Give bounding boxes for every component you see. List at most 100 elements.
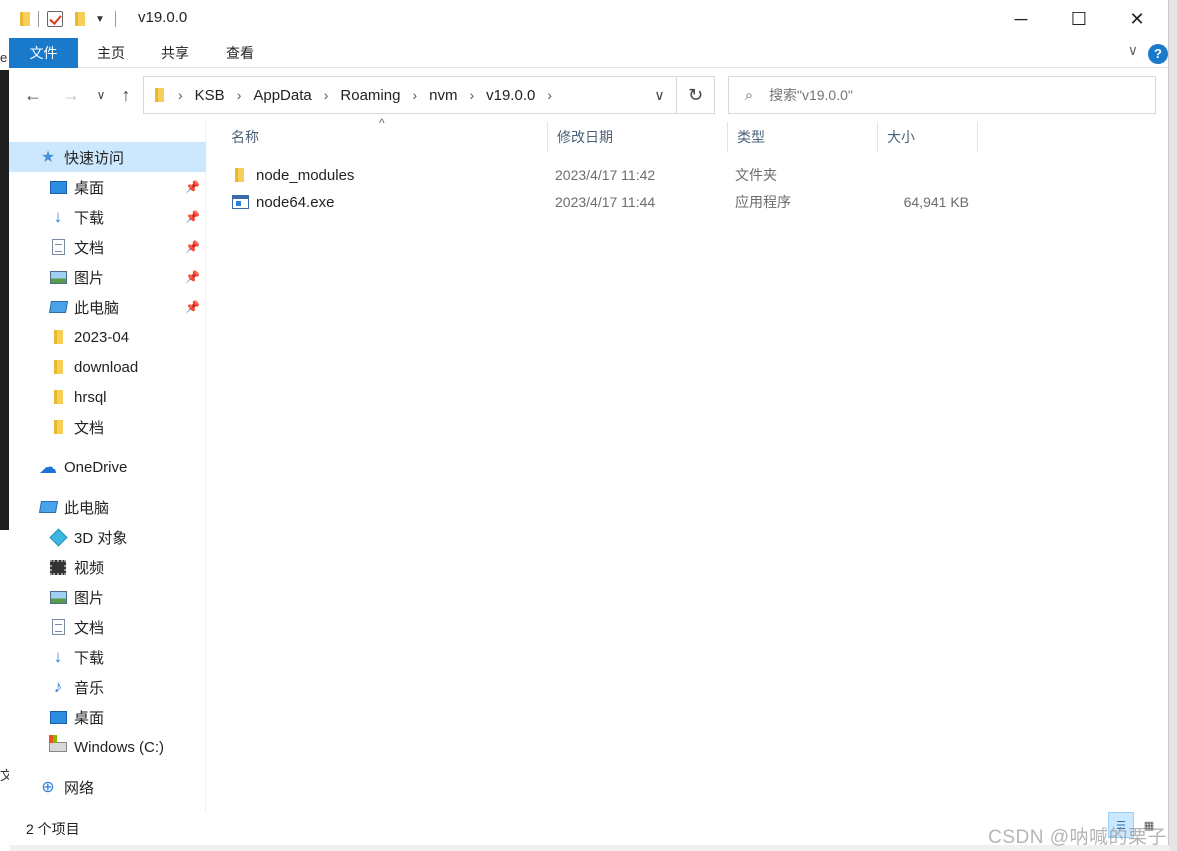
toolbar-separator xyxy=(114,11,116,27)
tab-home[interactable]: 主页 xyxy=(83,38,139,68)
column-header-size[interactable]: 大小 xyxy=(879,122,977,152)
back-button[interactable]: ← xyxy=(20,82,46,108)
sidebar-item[interactable]: 文档 xyxy=(9,612,206,642)
chevron-right-icon[interactable]: › xyxy=(178,87,183,103)
navigation-pane: ★ 快速访问 桌面 📌 ↓ 下载 📌 文档 📌 图片 📌 此电脑 📌 2023-04 download hrs… xyxy=(9,122,206,812)
breadcrumb-item[interactable]: Roaming xyxy=(340,87,400,104)
sidebar-item-label: 图片 xyxy=(74,269,105,287)
column-divider[interactable] xyxy=(547,122,548,152)
sidebar-item-label: 视频 xyxy=(74,559,105,577)
column-header-name[interactable]: 名称 xyxy=(223,122,547,152)
up-button[interactable]: ↑ xyxy=(113,82,139,108)
sidebar-item-label: 2023-04 xyxy=(74,328,130,346)
breadcrumb-item[interactable]: nvm xyxy=(429,87,457,104)
chevron-right-icon[interactable]: › xyxy=(324,87,329,103)
breadcrumb-item[interactable]: KSB xyxy=(195,87,225,104)
sidebar-item[interactable]: 图片 📌 xyxy=(9,262,206,292)
search-icon: ⌕ xyxy=(744,86,754,104)
chevron-right-icon[interactable]: › xyxy=(412,87,417,103)
sidebar-item[interactable]: download xyxy=(9,352,206,382)
toolbar-separator xyxy=(38,11,39,27)
recent-locations-chevron-icon[interactable]: ∨ xyxy=(88,82,114,108)
breadcrumb-item[interactable]: AppData xyxy=(253,87,311,104)
file-modified: 2023/4/17 11:42 xyxy=(555,167,656,183)
minimize-button[interactable]: ─ xyxy=(992,0,1050,38)
sidebar-item[interactable]: Windows (C:) xyxy=(9,732,206,762)
sidebar-item[interactable]: ↓ 下载 📌 xyxy=(9,202,206,232)
column-header-modified[interactable]: 修改日期 xyxy=(549,122,727,152)
help-button[interactable]: ? xyxy=(1148,44,1168,64)
file-type: 应用程序 xyxy=(735,194,791,210)
sidebar-item[interactable]: 文档 📌 xyxy=(9,232,206,262)
sidebar-item[interactable]: 桌面 📌 xyxy=(9,172,206,202)
folder-icon xyxy=(49,358,67,376)
pin-icon: 📌 xyxy=(185,210,200,224)
search-input[interactable] xyxy=(769,87,1129,103)
maximize-button[interactable]: ☐ xyxy=(1050,0,1108,38)
computer-icon xyxy=(38,498,58,516)
column-header-type[interactable]: 类型 xyxy=(729,122,877,152)
background-text-top: e xyxy=(0,50,8,65)
sidebar-item[interactable]: ★ 快速访问 xyxy=(9,142,206,172)
sidebar-item-label: 文档 xyxy=(74,239,105,257)
sidebar-item[interactable]: 图片 xyxy=(9,582,206,612)
sidebar-item-label: download xyxy=(74,358,139,376)
tab-file[interactable]: 文件 xyxy=(9,38,78,68)
background-window-right xyxy=(1169,0,1177,851)
video-icon xyxy=(49,558,67,576)
pin-icon: 📌 xyxy=(185,180,200,194)
sidebar-item[interactable]: 2023-04 xyxy=(9,322,206,352)
watermark: CSDN @呐喊的栗子 xyxy=(988,827,1167,848)
address-history-chevron-icon[interactable]: ∨ xyxy=(642,77,676,113)
sidebar-item[interactable]: 3D 对象 xyxy=(9,522,206,552)
quick-access-toolbar: ▼ xyxy=(18,10,116,28)
sidebar-item-label: 音乐 xyxy=(74,679,105,697)
chevron-right-icon[interactable]: › xyxy=(469,87,474,103)
download-icon: ↓ xyxy=(53,647,63,666)
address-bar[interactable]: › KSB › AppData › Roaming › nvm › v19.0.… xyxy=(143,76,715,114)
search-box: ⌕ xyxy=(728,76,1156,114)
column-divider[interactable] xyxy=(727,122,728,152)
sidebar-item[interactable]: 视频 xyxy=(9,552,206,582)
picture-icon xyxy=(49,588,67,606)
new-folder-icon[interactable] xyxy=(73,11,87,27)
refresh-button[interactable]: ↻ xyxy=(676,77,714,113)
cloud-icon: ☁ xyxy=(39,456,57,477)
sidebar-item-label: 3D 对象 xyxy=(74,529,128,547)
customize-toolbar-chevron-icon[interactable]: ▼ xyxy=(95,14,105,25)
properties-icon[interactable] xyxy=(47,11,63,27)
breadcrumb-item[interactable]: v19.0.0 xyxy=(486,87,535,104)
pin-icon: 📌 xyxy=(185,240,200,254)
close-button[interactable]: ✕ xyxy=(1108,0,1166,38)
sidebar-item[interactable]: 文档 xyxy=(9,412,206,442)
chevron-right-icon[interactable]: › xyxy=(547,87,552,103)
sidebar-item-label: hrsql xyxy=(74,388,107,406)
pin-icon: 📌 xyxy=(185,270,200,284)
sidebar-item[interactable]: ♪ 音乐 xyxy=(9,672,206,702)
file-row[interactable]: node64.exe 2023/4/17 11:44 应用程序 64,941 K… xyxy=(229,189,989,215)
column-divider[interactable] xyxy=(877,122,878,152)
sidebar-item-label: 此电脑 xyxy=(74,299,120,317)
forward-button[interactable]: → xyxy=(58,82,84,108)
expand-ribbon-chevron-icon[interactable]: ∨ xyxy=(1128,42,1138,59)
tab-view[interactable]: 查看 xyxy=(212,38,268,68)
sidebar-item[interactable]: 桌面 xyxy=(9,702,206,732)
chevron-right-icon[interactable]: › xyxy=(237,87,242,103)
sidebar-item[interactable]: 此电脑 xyxy=(9,492,206,522)
sidebar-item[interactable]: hrsql xyxy=(9,382,206,412)
drive-icon xyxy=(49,735,67,756)
file-row[interactable]: node_modules 2023/4/17 11:42 文件夹 xyxy=(229,162,989,188)
tab-share[interactable]: 共享 xyxy=(147,38,203,68)
file-list: ^ 名称 修改日期 类型 大小 node_modules 2023/4/17 1… xyxy=(207,116,1169,812)
desktop-icon xyxy=(49,708,67,726)
sidebar-item-label: 图片 xyxy=(74,589,105,607)
sidebar-item[interactable]: 此电脑 📌 xyxy=(9,292,206,322)
sidebar-item-label: 文档 xyxy=(74,619,105,637)
file-size: 64,941 KB xyxy=(903,194,969,210)
column-divider[interactable] xyxy=(977,122,978,152)
sidebar-item[interactable]: ↓ 下载 xyxy=(9,642,206,672)
document-icon xyxy=(49,238,67,256)
sidebar-item[interactable]: ☁ OneDrive xyxy=(9,452,206,482)
sidebar-item[interactable]: ⊕ 网络 xyxy=(9,772,206,802)
folder-icon xyxy=(49,328,67,346)
